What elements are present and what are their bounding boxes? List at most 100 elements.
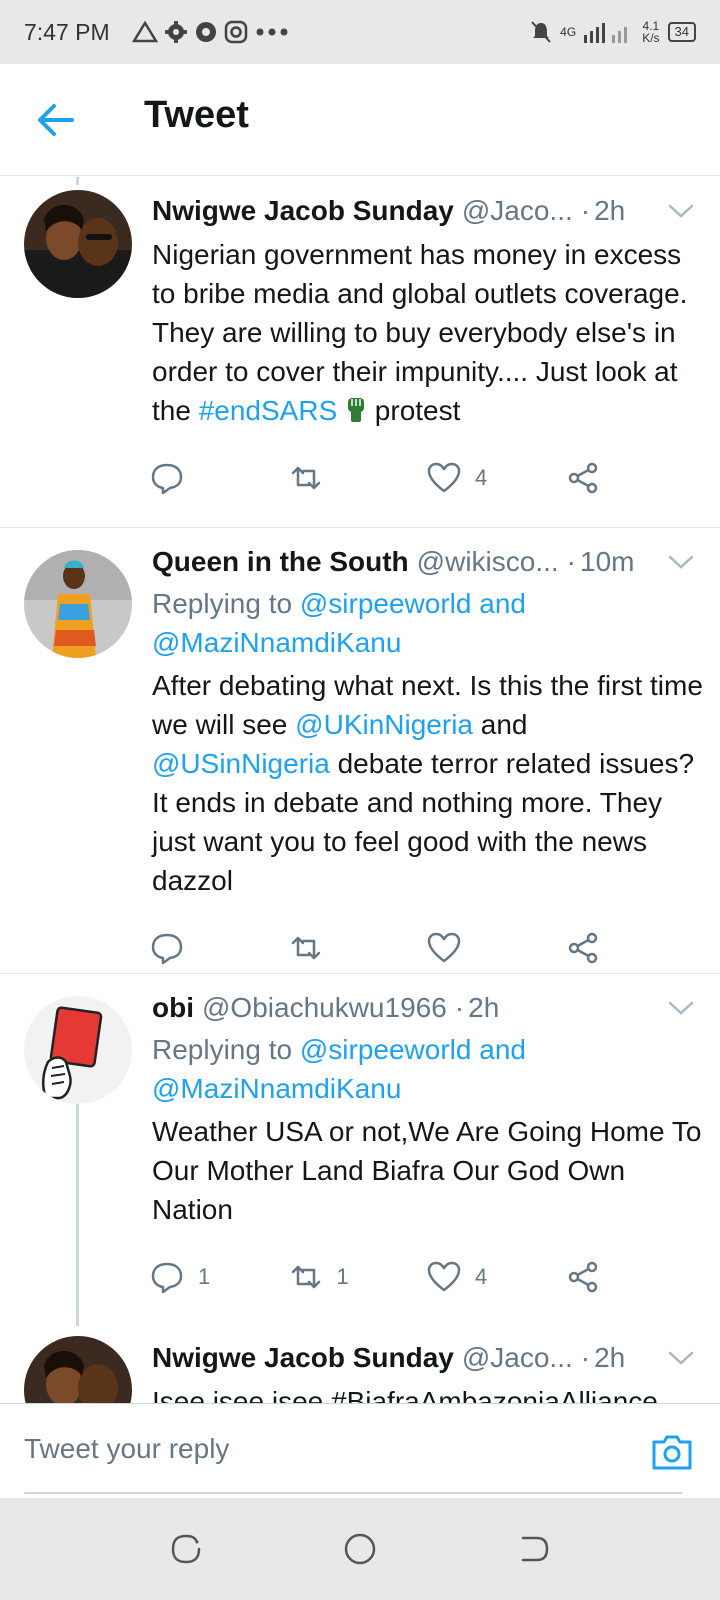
- heart-icon: [427, 462, 461, 493]
- reply-bubble-icon: [151, 463, 183, 495]
- mention-link[interactable]: @sirpeeworld: [300, 1034, 472, 1065]
- tweet-text: Weather USA or not,We Are Going Home To …: [152, 1116, 702, 1225]
- like-button[interactable]: 4: [427, 461, 566, 495]
- tweet-time: 2h: [468, 992, 500, 1023]
- author-name[interactable]: obi: [152, 992, 194, 1024]
- back-arrow-icon[interactable]: [34, 100, 76, 140]
- retweet-icon: [291, 1265, 320, 1289]
- status-bar: 7:47 PM 4G 4.1 K/s 34: [0, 0, 720, 64]
- mention-link[interactable]: @MaziNnamdiKanu: [152, 627, 401, 658]
- tweet-text: Isee isee isee #BiafraAmbazoniaAlliance: [152, 1386, 658, 1403]
- mention-link[interactable]: @UKinNigeria: [295, 709, 473, 740]
- avatar[interactable]: [24, 190, 132, 298]
- tweet[interactable]: Nwigwe Jacob Sunday @Jaco... · 2h Nigeri…: [0, 177, 720, 528]
- tweet-time: 10m: [580, 546, 635, 577]
- separator-dot: ·: [566, 546, 576, 577]
- retweet-button[interactable]: [289, 461, 428, 495]
- tweet-actions: 1 1 4: [150, 1229, 704, 1325]
- chevron-down-icon[interactable]: [666, 998, 696, 1018]
- instagram-icon: [224, 20, 247, 44]
- author-handle[interactable]: @Jaco...: [462, 1342, 573, 1374]
- status-time: 7:47 PM: [24, 18, 110, 45]
- share-button[interactable]: [566, 461, 705, 495]
- retweet-icon: [291, 936, 320, 960]
- author-handle[interactable]: @wikisco...: [417, 546, 559, 578]
- reply-button[interactable]: [150, 461, 289, 495]
- share-icon: [568, 462, 597, 494]
- avatar[interactable]: [24, 1336, 132, 1403]
- reply-bubble-icon: [151, 933, 183, 965]
- signal-icon: [584, 23, 628, 43]
- network-type: 4G: [560, 25, 577, 39]
- author-handle[interactable]: @Obiachukwu1966: [202, 992, 447, 1024]
- reply-button[interactable]: [150, 931, 289, 965]
- tweet-actions: 4: [150, 430, 704, 526]
- author-name[interactable]: Queen in the South: [152, 546, 409, 578]
- tweet[interactable]: Nwigwe Jacob Sunday @Jaco... · 2h Isee i…: [0, 1330, 720, 1403]
- hashtag-link[interactable]: #endSARS: [199, 395, 338, 426]
- chrome-icon: [195, 22, 216, 42]
- system-icons: 4G 4.1 K/s 34: [530, 20, 696, 44]
- tweet-text: Nigerian government has money in excess …: [152, 239, 688, 426]
- top-app-bar: Tweet: [0, 64, 720, 176]
- separator-dot: ·: [454, 992, 465, 1023]
- avatar-photo: [24, 190, 132, 298]
- reply-input[interactable]: [24, 1424, 604, 1474]
- avatar[interactable]: [24, 996, 132, 1104]
- share-button[interactable]: [566, 931, 705, 965]
- share-icon: [568, 932, 597, 964]
- mention-link[interactable]: @sirpeeworld: [300, 588, 472, 619]
- back-nav-icon[interactable]: [517, 1532, 551, 1566]
- network-speed: 4.1 K/s: [642, 19, 660, 45]
- share-button[interactable]: [566, 1260, 705, 1294]
- chevron-down-icon[interactable]: [666, 552, 696, 572]
- heart-icon: [427, 1261, 461, 1292]
- replying-to: Replying to @sirpeeworld and @MaziNnamdiK…: [152, 1034, 526, 1104]
- chevron-down-icon[interactable]: [666, 1348, 696, 1368]
- heart-icon: [427, 932, 461, 963]
- notification-icons: [131, 20, 290, 44]
- tweet[interactable]: obi @Obiachukwu1966 · 2h Replying to @si…: [0, 974, 720, 1330]
- thread-line: [76, 1104, 79, 1326]
- reply-composer: [0, 1403, 720, 1498]
- more-dots-icon: [256, 28, 288, 36]
- retweet-icon: [291, 466, 320, 490]
- reply-feed[interactable]: Nwigwe Jacob Sunday @Jaco... · 2h Nigeri…: [0, 177, 720, 1403]
- recent-apps-icon[interactable]: [169, 1532, 203, 1566]
- tweet-time: 2h: [594, 1342, 626, 1373]
- author-name[interactable]: Nwigwe Jacob Sunday: [152, 195, 454, 227]
- separator-dot: ·: [580, 1342, 591, 1373]
- retweet-button[interactable]: 1: [289, 1260, 428, 1294]
- like-count: 4: [475, 1264, 488, 1289]
- retweet-button[interactable]: [289, 931, 428, 965]
- camera-icon[interactable]: [650, 1432, 694, 1472]
- reply-button[interactable]: 1: [150, 1260, 289, 1294]
- author-handle[interactable]: @Jaco...: [462, 195, 573, 227]
- tweet[interactable]: Queen in the South @wikisco... · 10m Rep…: [0, 528, 720, 974]
- tweet-text: After debating what next. Is this the fi…: [152, 670, 703, 896]
- chevron-down-icon[interactable]: [666, 201, 696, 221]
- warning-icon: [131, 20, 158, 43]
- author-name[interactable]: Nwigwe Jacob Sunday: [152, 1342, 454, 1374]
- avatar[interactable]: [24, 550, 132, 658]
- input-underline: [24, 1492, 682, 1494]
- mention-link[interactable]: @MaziNnamdiKanu: [152, 1073, 401, 1104]
- like-button[interactable]: 4: [427, 1260, 566, 1294]
- raised-fist-emoji-icon: [348, 398, 365, 422]
- settings-icon: [164, 21, 187, 43]
- reply-count: 1: [198, 1264, 211, 1289]
- system-navigation-bar: [0, 1498, 720, 1600]
- page-title: Tweet: [144, 94, 249, 136]
- tweet-time: 2h: [594, 195, 626, 226]
- mention-link[interactable]: @USinNigeria: [152, 748, 330, 779]
- home-icon[interactable]: [343, 1532, 377, 1566]
- like-button[interactable]: [427, 931, 566, 965]
- avatar-photo: [24, 996, 132, 1104]
- avatar-photo: [24, 550, 132, 658]
- share-icon: [568, 1261, 597, 1293]
- like-count: 4: [475, 465, 488, 490]
- battery-indicator: 34: [667, 22, 696, 42]
- replying-to: Replying to @sirpeeworld and @MaziNnamdiK…: [152, 588, 526, 658]
- reply-bubble-icon: [151, 1262, 183, 1294]
- retweet-count: 1: [336, 1264, 349, 1289]
